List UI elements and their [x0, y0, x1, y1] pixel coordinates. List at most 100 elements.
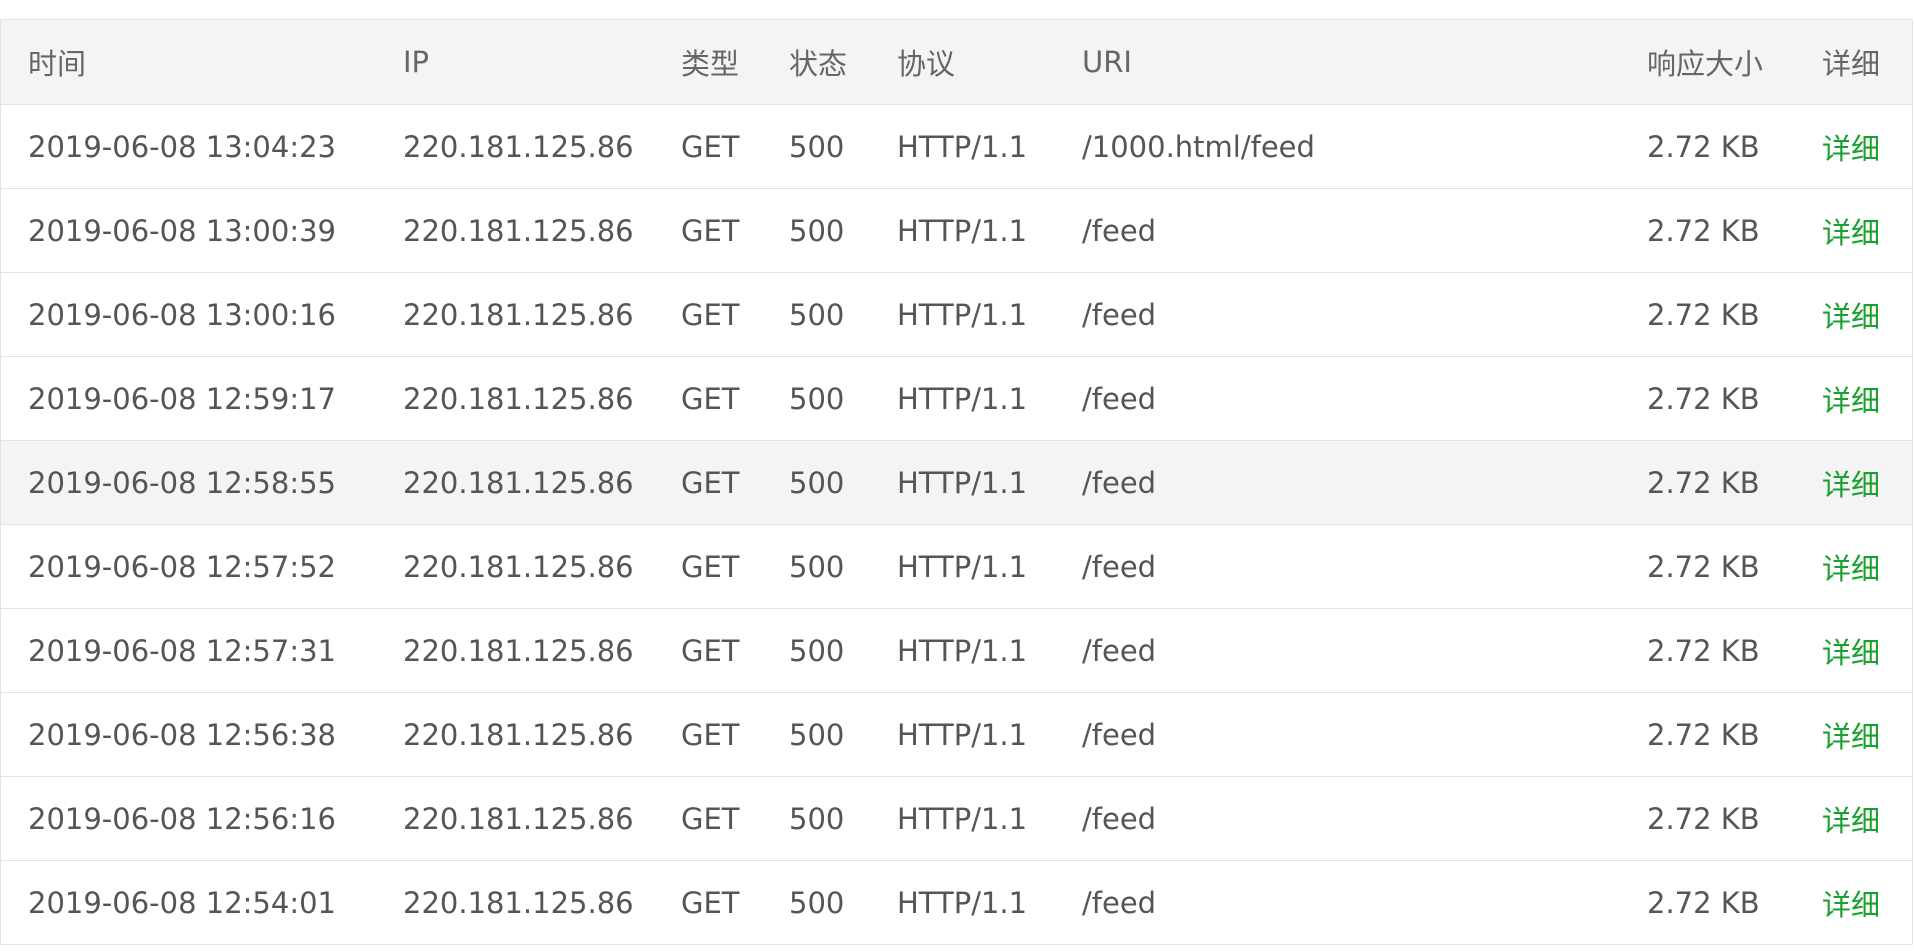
cell-status: 500 [789, 381, 845, 416]
detail-link[interactable]: 详细 [1822, 777, 1912, 861]
cell-time: 2019-06-08 12:56:38 [28, 717, 336, 752]
detail-link[interactable]: 详细 [1822, 105, 1912, 189]
cell-ip: 220.181.125.86 [403, 717, 634, 752]
cell-ip: 220.181.125.86 [403, 213, 634, 248]
cell-ip: 220.181.125.86 [403, 549, 634, 584]
detail-link[interactable]: 详细 [1822, 273, 1912, 357]
cell-protocol: HTTP/1.1 [897, 549, 1028, 584]
cell-uri: /feed [1082, 885, 1157, 920]
cell-method: GET [681, 213, 740, 248]
cell-method: GET [681, 885, 740, 920]
access-log-table-container: 时间 IP 类型 状态 协议 URI 响应大小 详细 2019-06-08 13… [0, 19, 1913, 945]
detail-link[interactable]: 详细 [1822, 357, 1912, 441]
detail-link[interactable]: 详细 [1822, 609, 1912, 693]
detail-link[interactable]: 详细 [1822, 693, 1912, 777]
table-row: 2019-06-08 12:59:17 220.181.125.86 GET 5… [1, 356, 1912, 441]
cell-status: 500 [789, 129, 845, 164]
cell-size: 2.72 KB [1647, 213, 1760, 248]
column-header-detail: 详细 [1822, 47, 1881, 81]
cell-time: 2019-06-08 12:57:52 [28, 549, 336, 584]
cell-uri: /feed [1082, 717, 1157, 752]
cell-uri: /feed [1082, 381, 1157, 416]
cell-protocol: HTTP/1.1 [897, 633, 1028, 668]
cell-time: 2019-06-08 12:59:17 [28, 381, 336, 416]
column-header-uri: URI [1082, 45, 1132, 79]
cell-ip: 220.181.125.86 [403, 885, 634, 920]
cell-uri: /feed [1082, 297, 1157, 332]
cell-protocol: HTTP/1.1 [897, 381, 1028, 416]
column-header-method: 类型 [681, 47, 740, 81]
cell-size: 2.72 KB [1647, 129, 1760, 164]
cell-method: GET [681, 633, 740, 668]
cell-method: GET [681, 465, 740, 500]
cell-protocol: HTTP/1.1 [897, 717, 1028, 752]
cell-protocol: HTTP/1.1 [897, 885, 1028, 920]
cell-ip: 220.181.125.86 [403, 633, 634, 668]
cell-size: 2.72 KB [1647, 465, 1760, 500]
cell-ip: 220.181.125.86 [403, 297, 634, 332]
table-row: 2019-06-08 12:56:16 220.181.125.86 GET 5… [1, 776, 1912, 861]
cell-method: GET [681, 381, 740, 416]
detail-link[interactable]: 详细 [1822, 441, 1912, 525]
cell-time: 2019-06-08 12:58:55 [28, 465, 336, 500]
cell-uri: /feed [1082, 549, 1157, 584]
cell-protocol: HTTP/1.1 [897, 129, 1028, 164]
cell-size: 2.72 KB [1647, 297, 1760, 332]
cell-uri: /feed [1082, 633, 1157, 668]
cell-time: 2019-06-08 12:57:31 [28, 633, 336, 668]
cell-ip: 220.181.125.86 [403, 801, 634, 836]
cell-status: 500 [789, 549, 845, 584]
column-header-status: 状态 [789, 47, 848, 81]
cell-uri: /feed [1082, 801, 1157, 836]
table-row: 2019-06-08 12:56:38 220.181.125.86 GET 5… [1, 692, 1912, 777]
cell-ip: 220.181.125.86 [403, 381, 634, 416]
cell-status: 500 [789, 213, 845, 248]
access-log-table: 时间 IP 类型 状态 协议 URI 响应大小 详细 2019-06-08 13… [1, 20, 1912, 944]
cell-time: 2019-06-08 13:04:23 [28, 129, 336, 164]
table-row: 2019-06-08 12:54:01 220.181.125.86 GET 5… [1, 860, 1912, 945]
detail-link[interactable]: 详细 [1822, 861, 1912, 945]
cell-protocol: HTTP/1.1 [897, 297, 1028, 332]
cell-time: 2019-06-08 13:00:39 [28, 213, 336, 248]
cell-uri: /feed [1082, 465, 1157, 500]
cell-status: 500 [789, 801, 845, 836]
cell-status: 500 [789, 297, 845, 332]
table-row: 2019-06-08 12:57:31 220.181.125.86 GET 5… [1, 608, 1912, 693]
column-header-ip: IP [403, 45, 430, 79]
cell-protocol: HTTP/1.1 [897, 213, 1028, 248]
table-row: 2019-06-08 13:04:23 220.181.125.86 GET 5… [1, 104, 1912, 189]
column-header-size: 响应大小 [1647, 47, 1764, 81]
header-row: 时间 IP 类型 状态 协议 URI 响应大小 详细 [1, 20, 1912, 105]
cell-time: 2019-06-08 12:54:01 [28, 885, 336, 920]
detail-link[interactable]: 详细 [1822, 189, 1912, 273]
detail-link[interactable]: 详细 [1822, 525, 1912, 609]
cell-method: GET [681, 717, 740, 752]
cell-status: 500 [789, 885, 845, 920]
cell-status: 500 [789, 633, 845, 668]
table-row: 2019-06-08 13:00:39 220.181.125.86 GET 5… [1, 188, 1912, 273]
cell-method: GET [681, 297, 740, 332]
cell-method: GET [681, 549, 740, 584]
cell-size: 2.72 KB [1647, 549, 1760, 584]
cell-ip: 220.181.125.86 [403, 129, 634, 164]
cell-time: 2019-06-08 12:56:16 [28, 801, 336, 836]
cell-size: 2.72 KB [1647, 717, 1760, 752]
table-row: 2019-06-08 12:57:52 220.181.125.86 GET 5… [1, 524, 1912, 609]
cell-method: GET [681, 129, 740, 164]
cell-uri: /feed [1082, 213, 1157, 248]
table-row: 2019-06-08 13:00:16 220.181.125.86 GET 5… [1, 272, 1912, 357]
cell-protocol: HTTP/1.1 [897, 801, 1028, 836]
cell-protocol: HTTP/1.1 [897, 465, 1028, 500]
cell-status: 500 [789, 465, 845, 500]
column-header-time: 时间 [28, 47, 87, 81]
cell-status: 500 [789, 717, 845, 752]
cell-size: 2.72 KB [1647, 801, 1760, 836]
cell-uri: /1000.html/feed [1082, 129, 1315, 164]
cell-size: 2.72 KB [1647, 633, 1760, 668]
cell-ip: 220.181.125.86 [403, 465, 634, 500]
table-body: 2019-06-08 13:04:23 220.181.125.86 GET 5… [1, 104, 1912, 945]
table-row: 2019-06-08 12:58:55 220.181.125.86 GET 5… [1, 440, 1912, 525]
cell-time: 2019-06-08 13:00:16 [28, 297, 336, 332]
table-header: 时间 IP 类型 状态 协议 URI 响应大小 详细 [1, 20, 1912, 105]
cell-size: 2.72 KB [1647, 885, 1760, 920]
